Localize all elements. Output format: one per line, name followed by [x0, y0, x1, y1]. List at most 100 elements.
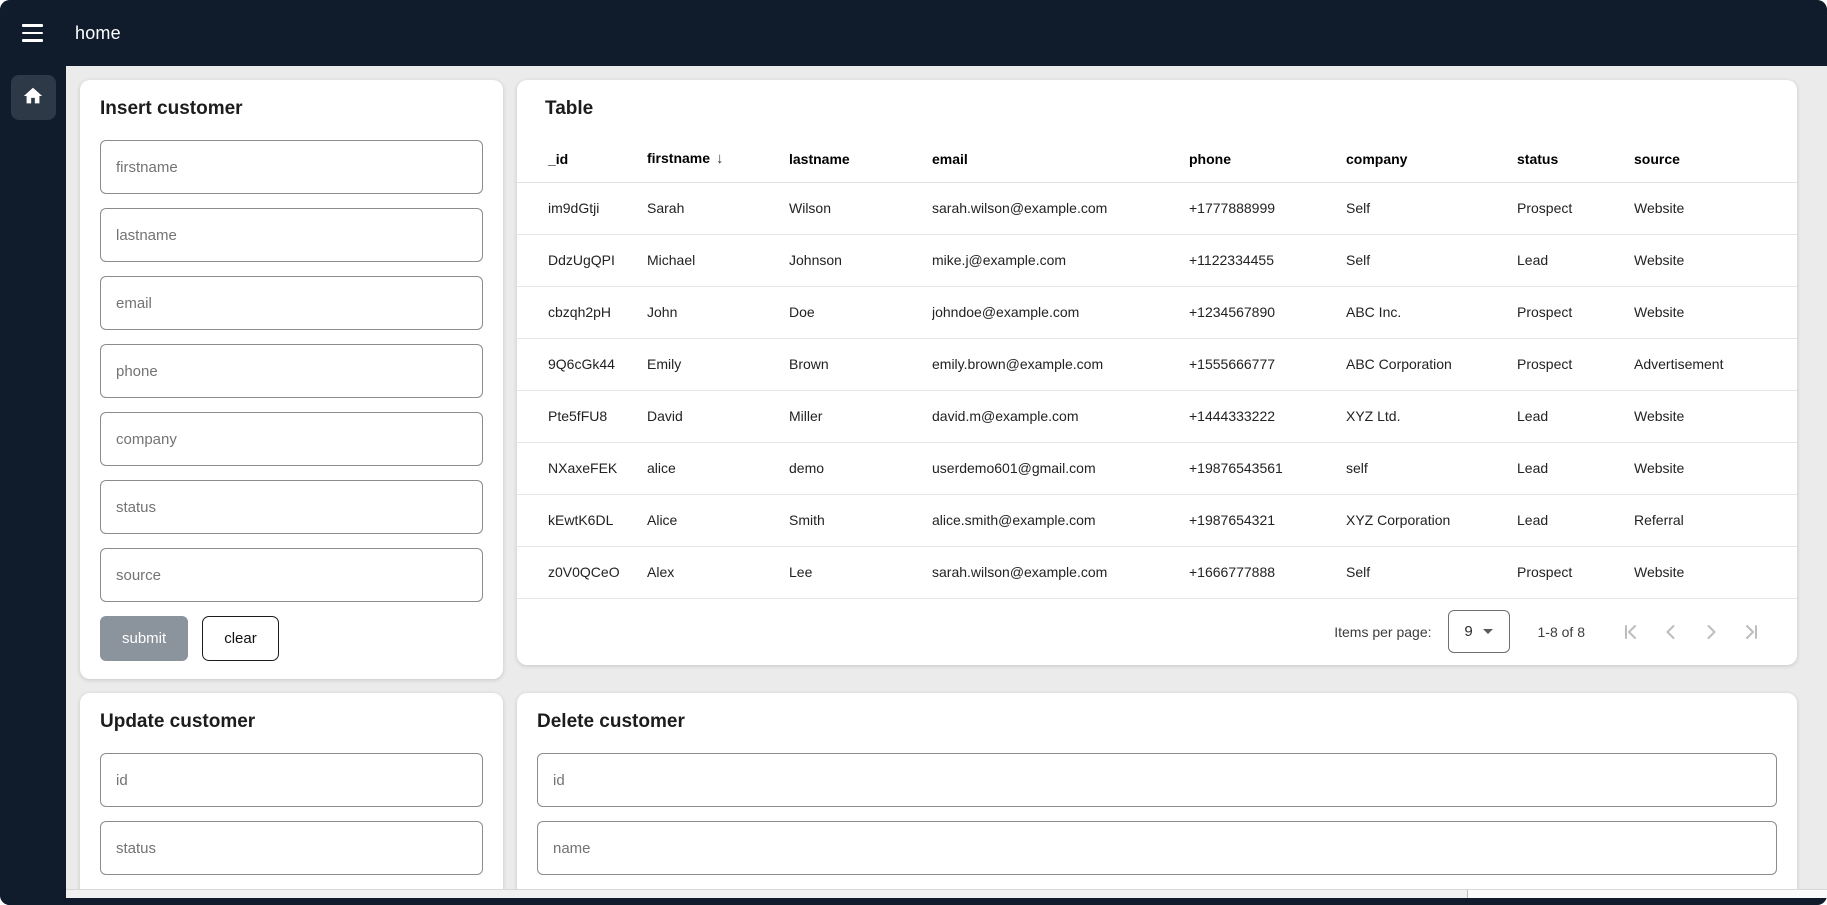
cell-lastname: Lee	[789, 546, 932, 598]
insert-clear-button[interactable]: clear	[202, 616, 279, 661]
cell-status: Prospect	[1517, 182, 1634, 234]
email-field[interactable]	[100, 276, 483, 330]
delete-customer-card: Delete customer submit clear	[517, 693, 1797, 905]
cell-source: Advertisement	[1634, 338, 1797, 390]
table-row: DdzUgQPIMichaelJohnsonmike.j@example.com…	[517, 234, 1797, 286]
firstname-field[interactable]	[100, 140, 483, 194]
column-header-firstname[interactable]: firstname↓	[647, 136, 789, 182]
cell-source: Website	[1634, 234, 1797, 286]
update-status-field[interactable]	[100, 821, 483, 875]
paginator-nav	[1611, 612, 1771, 652]
horizontal-scrollbar-thumb[interactable]	[66, 890, 1468, 898]
cell-firstname: alice	[647, 442, 789, 494]
insert-submit-button[interactable]: submit	[100, 616, 188, 661]
cell-company: ABC Inc.	[1346, 286, 1517, 338]
cell-company: XYZ Ltd.	[1346, 390, 1517, 442]
cell-phone: +1234567890	[1189, 286, 1346, 338]
cell-email: sarah.wilson@example.com	[932, 182, 1189, 234]
app-window: home Insert customer	[0, 0, 1827, 905]
cell-firstname: John	[647, 286, 789, 338]
cell-status: Lead	[1517, 234, 1634, 286]
cell-email: david.m@example.com	[932, 390, 1189, 442]
cell-source: Website	[1634, 182, 1797, 234]
window-frame-bottom	[0, 898, 1827, 905]
cell-company: self	[1346, 442, 1517, 494]
sort-arrow-icon: ↓	[716, 150, 724, 167]
cell-company: ABC Corporation	[1346, 338, 1517, 390]
cell-phone: +1444333222	[1189, 390, 1346, 442]
last-page-icon[interactable]	[1731, 612, 1771, 652]
cell-company: XYZ Corporation	[1346, 494, 1517, 546]
horizontal-scrollbar[interactable]	[66, 889, 1827, 898]
lastname-field[interactable]	[100, 208, 483, 262]
cell-company: Self	[1346, 182, 1517, 234]
table-row: 9Q6cGk44EmilyBrownemily.brown@example.co…	[517, 338, 1797, 390]
cell-lastname: Wilson	[789, 182, 932, 234]
cell-email: emily.brown@example.com	[932, 338, 1189, 390]
customer-table: _id firstname↓ lastname email phone comp…	[517, 136, 1797, 599]
source-field[interactable]	[100, 548, 483, 602]
table-header-row: _id firstname↓ lastname email phone comp…	[517, 136, 1797, 182]
cell-company: Self	[1346, 546, 1517, 598]
sidebar-item-home[interactable]	[11, 75, 56, 120]
cell-_id: im9dGtji	[517, 182, 647, 234]
items-per-page-label: Items per page:	[1334, 624, 1431, 640]
cell-phone: +1122334455	[1189, 234, 1346, 286]
cell-phone: +1987654321	[1189, 494, 1346, 546]
cell-firstname: Michael	[647, 234, 789, 286]
cell-firstname: Alex	[647, 546, 789, 598]
cell-email: mike.j@example.com	[932, 234, 1189, 286]
cell-phone: +1666777888	[1189, 546, 1346, 598]
cell-source: Website	[1634, 390, 1797, 442]
cell-email: sarah.wilson@example.com	[932, 546, 1189, 598]
home-icon	[22, 85, 44, 110]
cell-lastname: Smith	[789, 494, 932, 546]
first-page-icon[interactable]	[1611, 612, 1651, 652]
page-size-select[interactable]: 9	[1448, 610, 1510, 653]
cell-status: Prospect	[1517, 286, 1634, 338]
cell-_id: cbzqh2pH	[517, 286, 647, 338]
column-header-lastname[interactable]: lastname	[789, 136, 932, 182]
cell-status: Lead	[1517, 442, 1634, 494]
cell-source: Website	[1634, 286, 1797, 338]
cell-source: Website	[1634, 546, 1797, 598]
next-page-icon[interactable]	[1691, 612, 1731, 652]
delete-name-field[interactable]	[537, 821, 1777, 875]
cell-firstname: Emily	[647, 338, 789, 390]
cell-lastname: Brown	[789, 338, 932, 390]
delete-id-field[interactable]	[537, 753, 1777, 807]
company-field[interactable]	[100, 412, 483, 466]
paginator: Items per page: 9 1-8 of 8	[517, 599, 1797, 665]
cell-lastname: demo	[789, 442, 932, 494]
cell-phone: +1555666777	[1189, 338, 1346, 390]
cell-source: Website	[1634, 442, 1797, 494]
cell-email: userdemo601@gmail.com	[932, 442, 1189, 494]
cell-email: johndoe@example.com	[932, 286, 1189, 338]
column-header-id[interactable]: _id	[517, 136, 647, 182]
cell-_id: 9Q6cGk44	[517, 338, 647, 390]
cell-email: alice.smith@example.com	[932, 494, 1189, 546]
cell-source: Referral	[1634, 494, 1797, 546]
column-header-source[interactable]: source	[1634, 136, 1797, 182]
menu-icon[interactable]	[22, 18, 52, 48]
cell-firstname: Sarah	[647, 182, 789, 234]
cell-_id: z0V0QCeO	[517, 546, 647, 598]
cell-lastname: Miller	[789, 390, 932, 442]
column-header-company[interactable]: company	[1346, 136, 1517, 182]
column-header-phone[interactable]: phone	[1189, 136, 1346, 182]
status-field[interactable]	[100, 480, 483, 534]
phone-field[interactable]	[100, 344, 483, 398]
table-row: Pte5fFU8DavidMillerdavid.m@example.com+1…	[517, 390, 1797, 442]
column-header-status[interactable]: status	[1517, 136, 1634, 182]
cell-_id: DdzUgQPI	[517, 234, 647, 286]
update-customer-title: Update customer	[100, 711, 483, 733]
column-header-email[interactable]: email	[932, 136, 1189, 182]
sidebar	[0, 66, 66, 905]
cell-lastname: Johnson	[789, 234, 932, 286]
topbar: home	[0, 0, 1827, 66]
cell-status: Prospect	[1517, 338, 1634, 390]
update-id-field[interactable]	[100, 753, 483, 807]
insert-customer-card: Insert customer submit clear	[80, 80, 503, 679]
previous-page-icon[interactable]	[1651, 612, 1691, 652]
page-range-label: 1-8 of 8	[1538, 624, 1585, 640]
